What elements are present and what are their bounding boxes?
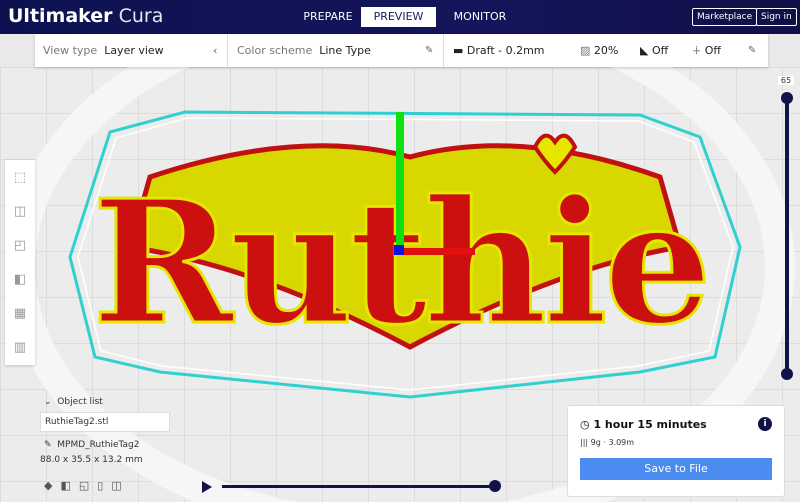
- support-setting[interactable]: ◣ Off: [640, 34, 668, 67]
- filament-icon: |||: [580, 438, 589, 447]
- print-settings-button[interactable]: ▬ Draft - 0.2mm: [453, 34, 545, 67]
- infill-setting[interactable]: ▨ 20%: [580, 34, 618, 67]
- view-top-icon[interactable]: ◱: [79, 479, 97, 492]
- print-time: 1 hour 15 minutes: [593, 418, 707, 431]
- print-info-panel: ◷ 1 hour 15 minutes i ||| 9g · 3.09m Sav…: [567, 405, 785, 497]
- job-name[interactable]: MPMD_RuthieTag2: [57, 440, 139, 450]
- layer-number: 65: [778, 76, 794, 85]
- per-model-settings-icon[interactable]: ▦: [5, 296, 35, 330]
- view-right-icon[interactable]: ◫: [111, 479, 129, 492]
- chevron-left-icon[interactable]: ‹: [213, 34, 217, 67]
- rotate-tool-icon[interactable]: ◰: [5, 228, 35, 262]
- scale-tool-icon[interactable]: ◫: [5, 194, 35, 228]
- view-left-icon[interactable]: ▯: [97, 479, 111, 492]
- app-logo: Ultimaker Cura: [8, 5, 164, 27]
- playback-handle[interactable]: [489, 480, 501, 492]
- axis-origin: [394, 245, 404, 255]
- save-to-file-button[interactable]: Save to File: [580, 458, 772, 480]
- pencil-icon[interactable]: ✎: [748, 34, 756, 67]
- tab-prepare[interactable]: PREPARE: [288, 7, 368, 27]
- header: Ultimaker Cura PREPARE PREVIEW MONITOR M…: [0, 0, 800, 34]
- model-dimensions: 88.0 x 35.5 x 13.2 mm: [40, 455, 143, 465]
- info-icon[interactable]: i: [758, 417, 772, 431]
- support-blocker-icon[interactable]: ▥: [5, 330, 35, 364]
- playback-track[interactable]: [222, 485, 494, 488]
- color-scheme-value: Line Type: [319, 44, 371, 57]
- chevron-down-icon: ⌄: [44, 397, 52, 407]
- layer-handle-bottom[interactable]: [781, 368, 793, 380]
- view-front-icon[interactable]: ◧: [60, 479, 78, 492]
- layer-slider[interactable]: 65: [778, 76, 794, 380]
- view-type-value: Layer view: [104, 44, 164, 57]
- profile-icon: ▬: [453, 44, 464, 57]
- object-list-toggle[interactable]: ⌄ Object list: [44, 397, 170, 407]
- color-scheme-selector[interactable]: Color scheme Line Type: [237, 34, 371, 67]
- sign-in-button[interactable]: Sign in: [756, 8, 797, 26]
- clock-icon: ◷: [580, 418, 590, 431]
- support-icon: ◣: [640, 44, 649, 57]
- adhesion-icon: ∔: [692, 44, 702, 57]
- tab-preview[interactable]: PREVIEW: [361, 7, 436, 27]
- view-type-selector[interactable]: View type Layer view: [43, 34, 164, 67]
- marketplace-button[interactable]: Marketplace: [692, 8, 758, 26]
- axis-x: [400, 248, 475, 255]
- object-list-item[interactable]: RuthieTag2.stl: [40, 412, 170, 432]
- mirror-tool-icon[interactable]: ◧: [5, 262, 35, 296]
- play-icon[interactable]: [202, 481, 212, 493]
- axis-y: [396, 112, 404, 247]
- object-list: ⌄ Object list RuthieTag2.stl ✎ MPMD_Ruth…: [40, 397, 170, 492]
- pencil-icon[interactable]: ✎: [44, 440, 52, 450]
- view-3d-icon[interactable]: ◆: [44, 479, 60, 492]
- move-tool-icon[interactable]: ⬚: [5, 160, 35, 194]
- view-toolbar: View type Layer view ‹ Color scheme Line…: [35, 34, 768, 67]
- pencil-icon[interactable]: ✎: [425, 34, 433, 67]
- infill-icon: ▨: [580, 44, 591, 57]
- tab-monitor[interactable]: MONITOR: [445, 7, 515, 27]
- adhesion-setting[interactable]: ∔ Off: [692, 34, 721, 67]
- simulation-playback: [200, 480, 505, 494]
- material-usage: 9g · 3.09m: [590, 438, 635, 447]
- tool-panel: ⬚ ◫ ◰ ◧ ▦ ▥: [5, 160, 35, 365]
